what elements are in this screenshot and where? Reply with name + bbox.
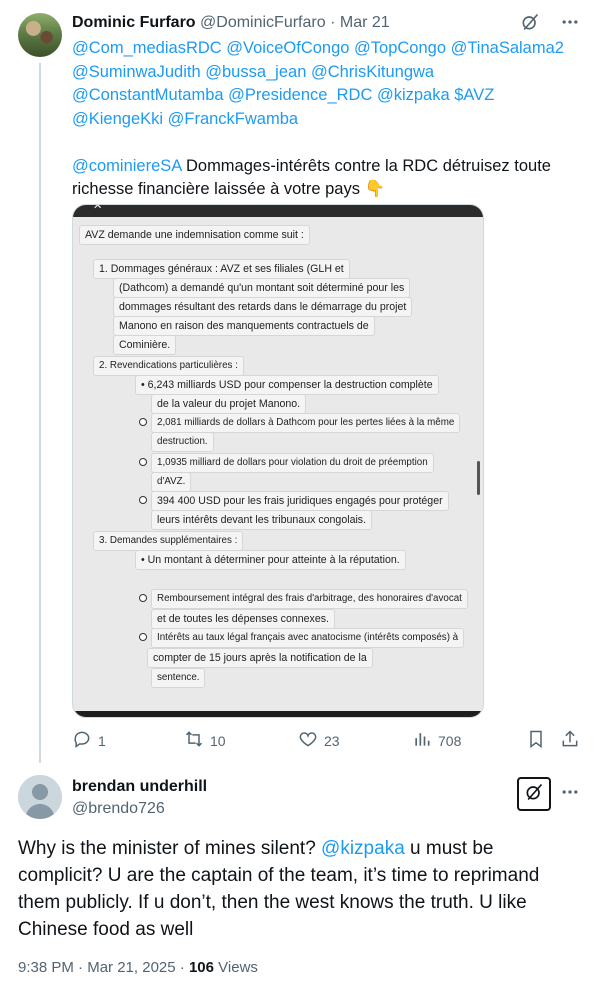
- tweet-date[interactable]: Mar 21, 2025: [87, 959, 175, 976]
- views-count: 708: [438, 732, 462, 749]
- doc-line: • Un montant à déterminer pour atteinte …: [135, 550, 406, 570]
- views-label: Views: [218, 959, 258, 976]
- tweet-header: Dominic Furfaro @DominicFurfaro · Mar 21: [72, 12, 390, 34]
- tweet-text-line: @cominiereSA Dommages-intérêts contre la…: [72, 155, 584, 179]
- repost-button[interactable]: 10: [184, 729, 226, 752]
- mentions-line[interactable]: @ConstantMutamba @Presidence_RDC @kizpak…: [72, 84, 584, 108]
- views-icon: [412, 729, 432, 752]
- tweet-top-actions: [520, 12, 580, 32]
- tweet-media-image[interactable]: ⌃ AVZ demande une indemnisation comme su…: [72, 204, 484, 718]
- separator: ·: [179, 959, 185, 976]
- bullet-circle: [139, 418, 147, 426]
- like-icon: [298, 729, 318, 752]
- author-name[interactable]: brendan underhill: [72, 776, 207, 798]
- tweet-date[interactable]: Mar 21: [340, 14, 390, 31]
- doc-line: 2. Revendications particulières :: [93, 356, 244, 376]
- doc-line: 394 400 USD pour les frais juridiques en…: [151, 491, 449, 511]
- document-screenshot: AVZ demande une indemnisation comme suit…: [73, 205, 483, 717]
- mentions-line[interactable]: @SuminwaJudith @bussa_jean @ChrisKitungw…: [72, 61, 584, 85]
- separator: ·: [78, 959, 84, 976]
- reply-count: 1: [98, 732, 106, 749]
- pointing-down-emoji: 👇: [364, 180, 386, 198]
- share-button[interactable]: [560, 729, 580, 752]
- doc-heading: AVZ demande une indemnisation comme suit…: [79, 225, 310, 245]
- bookmark-icon: [526, 729, 546, 752]
- reply-text-part: Why is the minister of mines silent?: [18, 838, 322, 859]
- tweet-meta: 9:38 PM · Mar 21, 2025 · 106 Views: [18, 958, 258, 978]
- mentions-line[interactable]: @KiengeKki @FranckFwamba: [72, 108, 584, 132]
- reply-mention[interactable]: @kizpaka: [321, 838, 405, 859]
- more-icon[interactable]: [560, 12, 580, 32]
- bullet-circle: [139, 458, 147, 466]
- doc-line: Intérêts au taux légal français avec ana…: [151, 628, 465, 648]
- tweet-time[interactable]: 9:38 PM: [18, 959, 74, 976]
- tweet-text: Dommages-intérêts contre la RDC détruise…: [181, 156, 551, 175]
- views-button[interactable]: 708: [412, 729, 461, 752]
- doc-line: 2,081 milliards de dollars à Dathcom pou…: [151, 413, 461, 433]
- bullet-circle: [139, 633, 147, 641]
- more-icon[interactable]: [560, 782, 580, 807]
- tweet-body: @Com_mediasRDC @VoiceOfCongo @TopCongo @…: [72, 37, 584, 202]
- doc-line: 1,0935 milliard de dollars pour violatio…: [151, 453, 434, 473]
- doc-line: de la valeur du projet Manono.: [151, 394, 307, 414]
- like-button[interactable]: 23: [298, 729, 340, 752]
- doc-line: et de toutes les dépenses connexes.: [151, 609, 335, 629]
- reply-text: Why is the minister of mines silent? @ki…: [18, 835, 578, 943]
- doc-line: 3. Demandes supplémentaires :: [93, 531, 244, 551]
- separator: ·: [330, 14, 336, 31]
- doc-line: • 6,243 milliards USD pour compenser la …: [135, 375, 439, 395]
- bullet-circle: [139, 496, 147, 504]
- author-handle[interactable]: @DominicFurfaro: [200, 14, 326, 31]
- author-handle[interactable]: @brendo726: [72, 798, 165, 820]
- tweet-text: richesse financière laissée à votre pays: [72, 180, 360, 198]
- doc-line: 1. Dommages généraux : AVZ et ses filial…: [93, 259, 350, 279]
- avatar[interactable]: [18, 13, 62, 57]
- body-mention[interactable]: @cominiereSA: [72, 157, 181, 175]
- grok-icon: [524, 782, 544, 807]
- tweet-text-line: richesse financière laissée à votre pays…: [72, 178, 584, 202]
- thread-line: [39, 63, 41, 763]
- doc-line: Remboursement intégral des frais d'arbit…: [151, 589, 468, 609]
- repost-count: 10: [210, 732, 226, 749]
- doc-line: dommages résultant des retards dans le d…: [113, 297, 413, 317]
- scrollbar-thumb: [477, 461, 480, 495]
- doc-line: leurs intérêts devant les tribunaux cong…: [151, 510, 373, 530]
- media-bottom-bar: [73, 711, 483, 717]
- avatar[interactable]: [18, 775, 62, 819]
- doc-line: compter de 15 jours après la notificatio…: [147, 648, 373, 668]
- bookmark-button[interactable]: [526, 729, 546, 752]
- repost-icon: [184, 729, 204, 752]
- share-icon: [560, 729, 580, 752]
- bullet-circle: [139, 594, 147, 602]
- mentions-line[interactable]: @Com_mediasRDC @VoiceOfCongo @TopCongo @…: [72, 37, 584, 61]
- doc-line: d'AVZ.: [151, 472, 192, 492]
- default-avatar-icon: [18, 775, 62, 819]
- views-count: 106: [188, 959, 214, 976]
- reply-button[interactable]: 1: [72, 729, 106, 752]
- doc-line: destruction.: [151, 432, 214, 452]
- doc-line: Cominière.: [113, 335, 177, 355]
- grok-icon[interactable]: [520, 12, 540, 32]
- grok-button[interactable]: [517, 777, 551, 811]
- like-count: 23: [324, 732, 340, 749]
- doc-line: (Dathcom) a demandé qu'un montant soit d…: [113, 278, 411, 298]
- doc-line: sentence.: [151, 668, 206, 688]
- reply-icon: [72, 729, 92, 752]
- author-name[interactable]: Dominic Furfaro: [72, 14, 196, 31]
- tweet-action-bar: 1 10 23 708: [72, 729, 584, 753]
- doc-line: Manono en raison des manquements contrac…: [113, 316, 375, 336]
